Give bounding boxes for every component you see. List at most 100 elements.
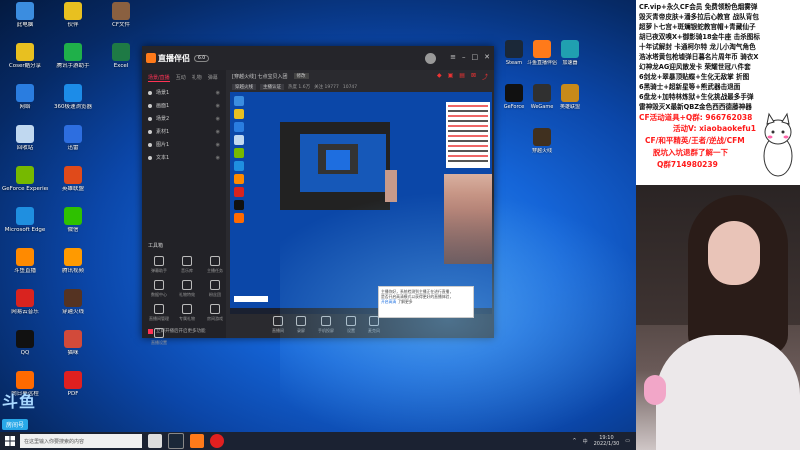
control-label: 录屏: [297, 328, 305, 333]
scene-item[interactable]: 场景1 ◉: [142, 86, 226, 99]
scene-item[interactable]: 文本1 ◉: [142, 151, 226, 164]
steam-taskbar-icon[interactable]: [168, 433, 184, 449]
desktop-icon-1[interactable]: Excel: [99, 43, 143, 82]
eye-icon[interactable]: ◉: [216, 103, 220, 109]
bottom-control[interactable]: 直播间: [272, 316, 284, 334]
desktop-icon-0[interactable]: 伙伴: [51, 2, 95, 41]
notification-icon[interactable]: ▭: [625, 438, 630, 444]
eye-icon[interactable]: ◉: [216, 116, 220, 122]
menu-icon[interactable]: ≡: [450, 53, 456, 64]
scene-item[interactable]: 画面1 ◉: [142, 99, 226, 112]
app-icon: [561, 128, 579, 146]
desktop-icon-1[interactable]: Coser酷分享: [3, 43, 47, 82]
desktop-icon-4[interactable]: WeGame: [528, 84, 556, 120]
close-icon[interactable]: ✕: [484, 53, 490, 64]
scene-label: 画面1: [156, 103, 170, 109]
avatar[interactable]: [425, 52, 437, 64]
tool-item[interactable]: 弹幕助手: [146, 256, 172, 274]
douyu-taskbar-icon[interactable]: [190, 434, 204, 448]
room-tag[interactable]: 主播认证: [260, 84, 284, 90]
start-button[interactable]: [0, 432, 20, 450]
desktop-icon-8[interactable]: QQ: [3, 330, 47, 369]
stream-preview[interactable]: [230, 92, 492, 314]
clock[interactable]: 19:10 2022/1/30: [594, 435, 620, 447]
desktop-icon-3[interactable]: GeForce: [500, 84, 528, 120]
scene-item[interactable]: 场景2 ◉: [142, 112, 226, 125]
desktop-icon-0[interactable]: CF文件: [99, 2, 143, 41]
desktop-icon-2[interactable]: 网络: [3, 84, 47, 123]
desktop-icon-3[interactable]: 迅雷: [51, 125, 95, 164]
desktop-icon-0[interactable]: 此电脑: [3, 2, 47, 41]
tool-item[interactable]: 主播任务: [202, 256, 228, 274]
popup-enable-link[interactable]: 开启高清: [381, 299, 396, 304]
streamer-body: [656, 335, 800, 450]
minimize-icon[interactable]: –: [462, 53, 466, 64]
app-icon: [16, 330, 34, 348]
taskbar-search-input[interactable]: 在这里输入你要搜索的内容: [20, 434, 142, 448]
scene-item[interactable]: 素材1 ◉: [142, 125, 226, 138]
tool-item[interactable]: 房间游戏: [202, 304, 228, 322]
tool-item[interactable]: 数据中心: [146, 280, 172, 298]
bottom-control[interactable]: 设置: [346, 316, 356, 334]
app-taskbar-icon[interactable]: [210, 434, 224, 448]
tool-item[interactable]: 礼物特效: [174, 280, 200, 298]
tool-item[interactable]: 音乐库: [174, 256, 200, 274]
tool-item[interactable]: 粉丝团: [202, 280, 228, 298]
tool-item[interactable]: 直播间管理: [146, 304, 172, 322]
tool-icon: [154, 256, 164, 266]
promo-line: 幻神龙AG迎风散发卡 荣耀世冠八件套: [639, 63, 751, 71]
eye-icon[interactable]: ◉: [216, 142, 220, 148]
desktop-icon-6[interactable]: 斗鱼直播: [3, 248, 47, 287]
desktop-icon-1[interactable]: 腾讯手游助手: [51, 43, 95, 82]
desktop-icon-4[interactable]: GeForce Experience: [2, 166, 48, 205]
tray-input-method[interactable]: 中: [583, 438, 588, 445]
room-edit-button[interactable]: 修改: [293, 73, 309, 79]
share-icon[interactable]: ⤴: [482, 72, 488, 81]
left-tab-1[interactable]: 互动: [176, 74, 186, 82]
desktop-icon-2[interactable]: 加速器: [556, 40, 584, 76]
desktop-icon-1[interactable]: 斗鱼直播伴侣: [527, 40, 557, 76]
bag-icon[interactable]: ▣: [448, 72, 454, 81]
note-icon: [148, 328, 153, 334]
promo-overlay: CF.vip+永久CF会员 免费领粉色烟雾弹 毁灭青帝皮肤+潘多拉后心教官 战队背…: [636, 0, 800, 185]
maximize-icon[interactable]: □: [472, 53, 479, 64]
desktop-icon-3[interactable]: 回收站: [3, 125, 47, 164]
bottom-note[interactable]: 立即开播后开启更多功能: [148, 328, 206, 334]
save-icon[interactable]: ▤: [459, 72, 465, 81]
bottom-control[interactable]: 手机投屏: [318, 316, 334, 334]
tool-icon: [182, 256, 192, 266]
desktop-icon-5[interactable]: 英雄联盟: [556, 84, 584, 120]
desktop-icon-5[interactable]: 微信: [51, 207, 95, 246]
desktop-icon-7[interactable]: 网易云音乐: [3, 289, 47, 328]
app-titlebar[interactable]: 直播伴侣 6.0 ≡ – □ ✕: [142, 46, 494, 70]
desktop-icon-2[interactable]: 360极速浏览器: [51, 84, 95, 123]
popup-learn-more[interactable]: 了解更多: [397, 299, 412, 304]
tray-chevron-icon[interactable]: ^: [572, 438, 576, 444]
eye-icon[interactable]: ◉: [216, 90, 220, 96]
desktop-icon-4[interactable]: 英雄联盟: [51, 166, 95, 205]
desktop-icon-7[interactable]: 穿越火线: [51, 289, 95, 328]
lock-icon[interactable]: ⊠: [471, 72, 476, 81]
left-tab-0[interactable]: 场景/直播: [148, 74, 170, 82]
gift-icon[interactable]: ◆: [437, 72, 442, 81]
desktop-icon-6[interactable]: 腾讯视频: [51, 248, 95, 287]
scene-item[interactable]: 图片1 ◉: [142, 138, 226, 151]
desktop-icon-5[interactable]: Microsoft Edge: [3, 207, 47, 246]
bottom-control[interactable]: 录屏: [296, 316, 306, 334]
app-icon: [533, 84, 551, 102]
promo-line: 胡已夜双嗅X+御影骑18金牛座 击杀图标: [639, 33, 760, 41]
bottom-controls: 直播间 录屏 手机投屏 设置 麦克风: [272, 316, 380, 334]
tool-item[interactable]: 专属礼物: [174, 304, 200, 322]
scene-dot-icon: [148, 90, 152, 95]
desktop-icon-8[interactable]: 猫咪: [51, 330, 95, 369]
desktop-icon-0[interactable]: Steam: [500, 40, 528, 76]
bottom-control[interactable]: 麦克风: [368, 316, 380, 334]
left-tab-3[interactable]: 弹幕: [208, 74, 218, 82]
left-tab-2[interactable]: 礼物: [192, 74, 202, 82]
task-view-icon[interactable]: [148, 434, 162, 448]
eye-icon[interactable]: ◉: [216, 155, 220, 161]
live-companion-window[interactable]: 直播伴侣 6.0 ≡ – □ ✕ 场景/直播 互动 礼物 弹幕 场景1 ◉ 画面1 ◉ 场景2…: [142, 46, 494, 345]
desktop-icon-7[interactable]: 穿越火线: [528, 128, 556, 164]
eye-icon[interactable]: ◉: [216, 129, 220, 135]
room-tag[interactable]: 穿越火线: [232, 84, 256, 90]
